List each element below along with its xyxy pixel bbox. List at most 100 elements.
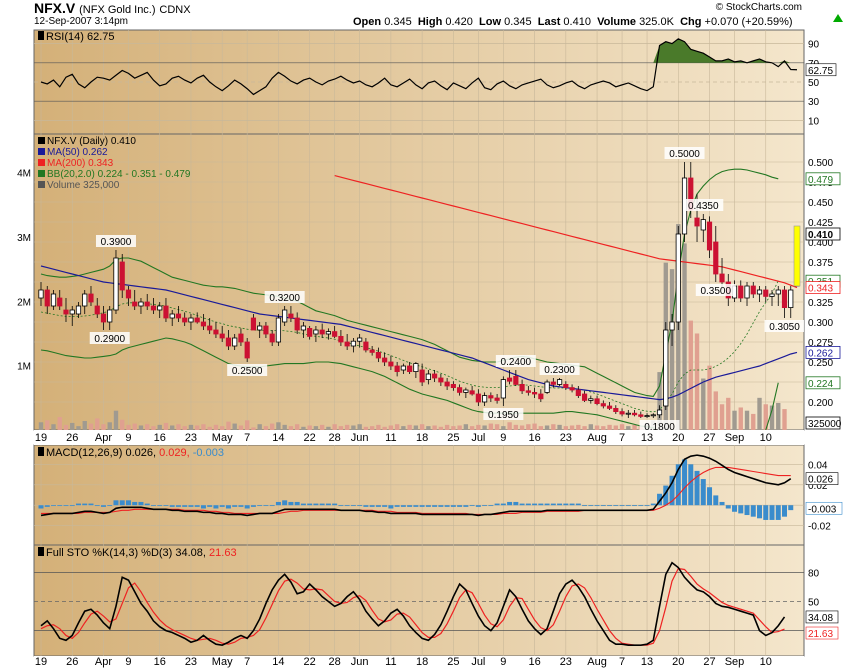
- candle-body: [313, 329, 319, 335]
- price-annotation: 0.1950: [488, 410, 519, 421]
- volume-bar: [313, 426, 319, 430]
- candle-body: [57, 297, 63, 307]
- rsi-value-badge-text: 62.75: [808, 66, 833, 77]
- candle-body: [294, 317, 300, 331]
- stockcharts-figure: NFX.V (NFX Gold Inc.) CDNX 12-Sep-2007 3…: [0, 0, 850, 668]
- x-tick-label: 28: [329, 432, 341, 444]
- x-tick-label: 9: [125, 656, 131, 668]
- macd-histogram-bar: [338, 505, 344, 507]
- candle-body: [282, 309, 288, 323]
- x-tick-label: 22: [304, 656, 316, 668]
- candle-body: [781, 289, 788, 309]
- macd-histogram-bar: [644, 505, 650, 507]
- macd-histogram-bar: [682, 459, 688, 506]
- macd-histogram-bar: [550, 503, 556, 506]
- candle-body: [407, 365, 413, 372]
- candle-body: [38, 289, 44, 299]
- volume-bar: [145, 424, 150, 430]
- candle-body: [713, 241, 719, 275]
- candle-body: [663, 329, 669, 407]
- macd-histogram-bar: [244, 505, 250, 509]
- price-tick-label: 0.450: [808, 198, 833, 209]
- macd-histogram-bar: [532, 503, 538, 506]
- x-tick-label: 9: [500, 432, 506, 444]
- candle-body: [107, 309, 113, 323]
- candle-body: [307, 327, 313, 337]
- candle-body: [69, 309, 75, 315]
- volume-bar: [719, 404, 725, 430]
- candle-body: [182, 317, 188, 323]
- macd-histogram-bar: [788, 505, 794, 511]
- sto-legend-swatch: [38, 547, 44, 556]
- volume-bar: [232, 423, 237, 430]
- candle-body: [500, 379, 506, 399]
- macd-histogram-bar: [344, 505, 350, 507]
- main-legend-item: Volume 325,000: [47, 180, 120, 191]
- volume-bar: [526, 424, 531, 430]
- price-badge-text: 0.343: [808, 284, 833, 295]
- macd-histogram-bar: [719, 501, 725, 506]
- x-tick-label: Jul: [471, 432, 485, 444]
- candle-body: [706, 221, 713, 251]
- macd-histogram-bar: [525, 503, 531, 506]
- volume-bar: [519, 425, 525, 430]
- macd-histogram-bar: [350, 505, 356, 507]
- main-legend-swatch: [38, 181, 45, 188]
- price-annotation: 0.2500: [232, 366, 263, 377]
- volume-bar: [713, 391, 718, 430]
- macd-histogram-bar: [257, 505, 263, 507]
- volume-bar: [438, 426, 444, 430]
- volume-bar: [551, 424, 556, 430]
- x-tick-label: 7: [619, 656, 625, 668]
- macd-histogram-bar: [513, 501, 519, 506]
- sto-k-badge-text: 34.08: [808, 613, 833, 624]
- volume-bar: [38, 422, 44, 430]
- volume-bar: [413, 425, 419, 430]
- candle-body: [150, 305, 157, 311]
- volume-bar: [463, 424, 469, 430]
- volume-bar: [301, 426, 306, 430]
- rsi-legend-swatch: [38, 31, 44, 40]
- candle-body: [350, 340, 356, 347]
- x-tick-label: 7: [244, 432, 250, 444]
- candle-body: [207, 325, 213, 331]
- volume-bar: [557, 424, 562, 430]
- volume-bar: [688, 320, 693, 430]
- price-badge-text: 0.410: [808, 230, 833, 241]
- candle-body: [625, 412, 631, 415]
- candle-body: [444, 381, 450, 387]
- volume-bar: [70, 422, 75, 430]
- x-tick-label: Aug: [587, 656, 607, 668]
- macd-histogram-bar: [175, 505, 181, 507]
- candle-body: [669, 321, 675, 331]
- x-tick-label: May: [212, 432, 233, 444]
- macd-histogram-bar: [563, 503, 569, 506]
- volume-bar: [694, 333, 700, 430]
- volume-bar: [538, 426, 544, 430]
- macd-histogram-bar: [88, 503, 94, 506]
- x-tick-label: May: [212, 656, 233, 668]
- candle-body: [513, 375, 519, 385]
- x-tick-label: 16: [154, 432, 166, 444]
- macd-histogram-bar: [738, 505, 744, 514]
- volume-bar: [157, 424, 162, 430]
- macd-histogram-bar: [375, 505, 381, 507]
- macd-histogram-bar: [38, 505, 44, 509]
- main-legend-item: MA(50) 0.262: [47, 147, 108, 158]
- macd-histogram-bar: [63, 505, 69, 507]
- macd-histogram-bar: [457, 505, 463, 507]
- volume-bar: [269, 423, 275, 430]
- macd-histogram-bar: [750, 505, 756, 517]
- x-tick-label: 9: [125, 432, 131, 444]
- volume-bar: [182, 426, 187, 430]
- candle-body: [225, 337, 232, 347]
- candle-body: [563, 383, 569, 388]
- candle-body: [469, 390, 475, 395]
- candle-body: [738, 285, 744, 299]
- volume-bar: [344, 424, 350, 430]
- x-tick-label: 10: [760, 432, 772, 444]
- macd-histogram-bar: [544, 503, 550, 506]
- rsi-tick-label: 90: [808, 40, 820, 51]
- macd-histogram-bar: [438, 505, 444, 507]
- volume-bar: [588, 424, 594, 430]
